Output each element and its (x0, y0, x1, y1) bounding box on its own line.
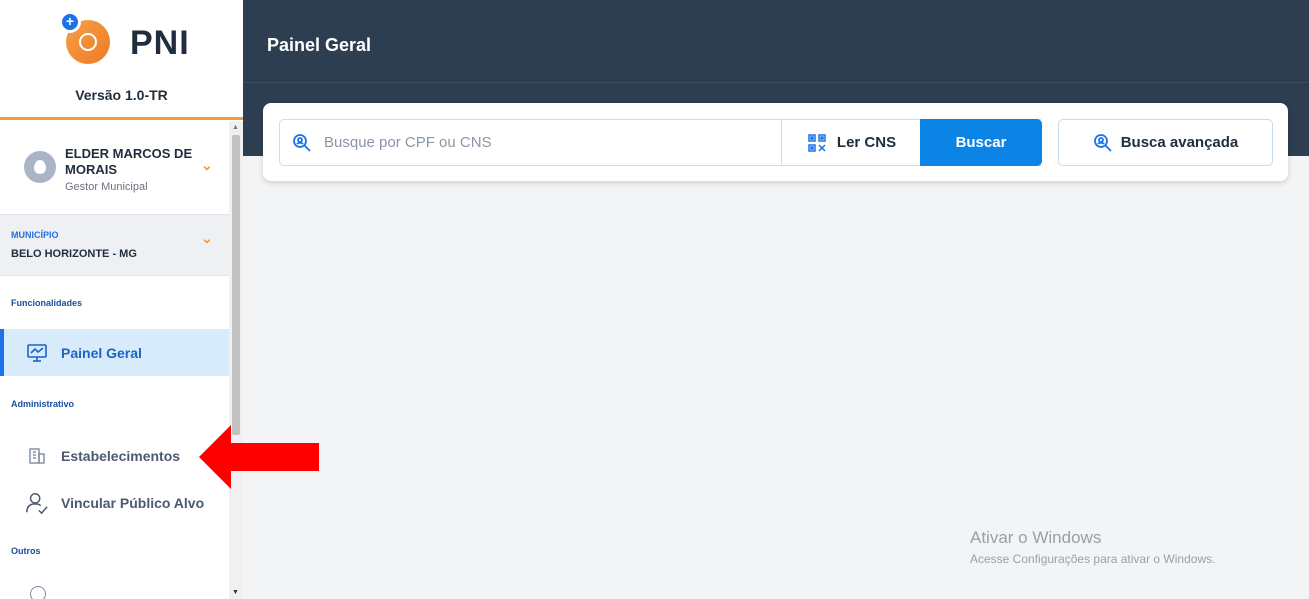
sidebar-scrollbar[interactable]: ▲ ▼ (229, 121, 243, 599)
read-cns-button[interactable]: Ler CNS (781, 119, 921, 166)
main-content: Painel Geral Busque por CPF ou CNS Ler C… (243, 0, 1309, 599)
sidebar-item-vincular-publico-alvo[interactable]: Vincular Público Alvo (0, 479, 229, 526)
qr-code-icon (807, 133, 827, 153)
search-icon (1093, 133, 1113, 153)
municipio-value: BELO HORIZONTE - MG (11, 248, 137, 260)
partial-menu-icon (26, 582, 50, 599)
user-check-icon (25, 490, 49, 516)
user-role: Gestor Municipal (65, 181, 148, 193)
chevron-down-icon[interactable]: ⌄ (201, 230, 213, 247)
building-icon (25, 447, 49, 465)
avatar (24, 151, 56, 183)
search-button[interactable]: Buscar (920, 119, 1042, 166)
advanced-search-label: Busca avançada (1120, 134, 1239, 151)
dashboard-icon (25, 343, 49, 363)
sidebar-item-label: Estabelecimentos (61, 447, 181, 464)
brand-header: + PNI Versão 1.0-TR (0, 0, 243, 120)
search-icon (292, 133, 312, 153)
search-input[interactable] (324, 134, 764, 151)
top-header: Painel Geral (243, 0, 1309, 82)
read-cns-label: Ler CNS (836, 134, 897, 151)
section-label-funcionalidades: Funcionalidades (11, 298, 83, 308)
red-annotation-arrow-icon (199, 425, 319, 489)
user-menu[interactable]: ELDER MARCOS DE MORAIS Gestor Municipal … (0, 121, 229, 213)
watermark-subtitle: Acesse Configurações para ativar o Windo… (970, 552, 1216, 566)
scroll-down-arrow-icon[interactable]: ▼ (232, 589, 239, 596)
advanced-search-button[interactable]: Busca avançada (1058, 119, 1273, 166)
municipio-label: MUNICÍPIO (11, 230, 59, 240)
scrollbar-thumb[interactable] (232, 135, 240, 435)
municipio-selector[interactable]: MUNICÍPIO BELO HORIZONTE - MG ⌄ (0, 214, 229, 276)
sidebar: + PNI Versão 1.0-TR ELDER MARCOS DE MORA… (0, 0, 243, 599)
search-panel: Ler CNS Buscar Busca avançada (263, 103, 1288, 181)
user-name: ELDER MARCOS DE MORAIS (65, 146, 193, 177)
scroll-up-arrow-icon[interactable]: ▲ (232, 124, 239, 131)
section-label-outros: Outros (11, 546, 41, 556)
brand-name: PNI (130, 24, 190, 62)
sidebar-item-estabelecimentos[interactable]: Estabelecimentos (0, 432, 229, 479)
sidebar-item-label: Vincular Público Alvo (61, 494, 205, 511)
page-title: Painel Geral (267, 35, 372, 55)
sidebar-item-painel-geral[interactable]: Painel Geral (0, 329, 229, 376)
app-version: Versão 1.0-TR (75, 87, 168, 103)
windows-activation-watermark: Ativar o Windows Acesse Configurações pa… (970, 528, 1215, 566)
sidebar-scroll-area: ELDER MARCOS DE MORAIS Gestor Municipal … (0, 121, 229, 599)
watermark-title: Ativar o Windows (970, 528, 1102, 547)
section-label-administrativo: Administrativo (11, 399, 75, 409)
chevron-down-icon[interactable]: ⌄ (201, 157, 213, 174)
sidebar-item-label: Painel Geral (61, 344, 142, 361)
plus-badge-icon: + (59, 11, 81, 33)
